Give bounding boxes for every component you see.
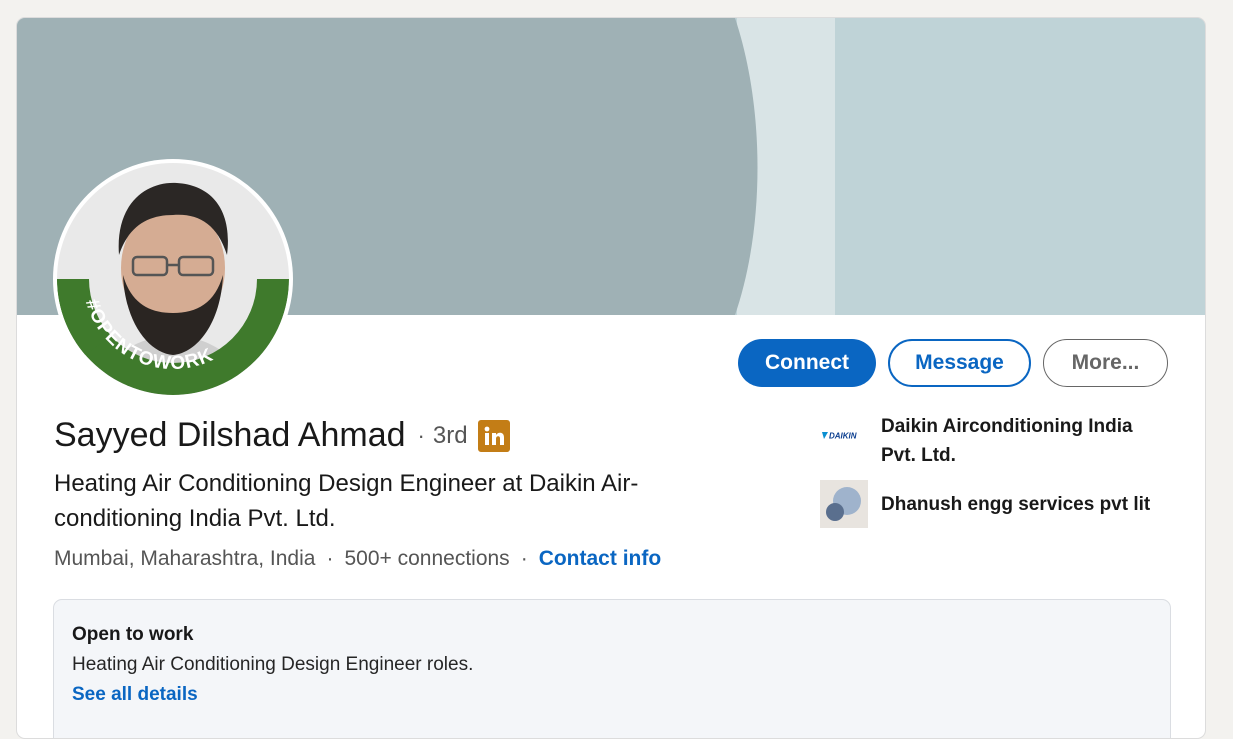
svg-text:DAIKIN: DAIKIN <box>829 432 857 441</box>
location-separator: · <box>326 547 334 570</box>
connect-button[interactable]: Connect <box>738 339 876 387</box>
connection-degree: 3rd <box>432 421 468 449</box>
message-button[interactable]: Message <box>888 339 1031 387</box>
connections-count[interactable]: 500+ connections <box>344 547 509 571</box>
company-name: Daikin Airconditioning India Pvt. Ltd. <box>881 416 1133 466</box>
contact-info-link[interactable]: Contact info <box>539 547 661 571</box>
linkedin-premium-icon <box>477 419 510 452</box>
open-to-work-roles: Heating Air Conditioning Design Engineer… <box>72 654 474 675</box>
daikin-logo: DAIKIN <box>820 412 868 460</box>
profile-name-row: Sayyed Dilshad Ahmad · 3rd <box>54 416 510 455</box>
linkedin-in-glyph <box>484 426 504 445</box>
profile-location: Mumbai, Maharashtra, India <box>54 547 316 570</box>
profile-card: #OPENTOWORK Connect Message More... Sayy… <box>16 17 1206 739</box>
name-separator: · <box>417 422 425 448</box>
profile-location-row: Mumbai, Maharashtra, India · 500+ connec… <box>54 547 661 571</box>
connections-separator: · <box>520 547 528 570</box>
open-to-work-title: Open to work <box>72 624 194 645</box>
company-name: Dhanush engg services pvt lit <box>881 494 1151 515</box>
profile-actions: Connect Message More... <box>738 339 1168 387</box>
see-all-details-link[interactable]: See all details <box>72 684 198 706</box>
circles-logo <box>820 480 868 528</box>
profile-photo[interactable]: #OPENTOWORK <box>53 159 293 399</box>
profile-headline: Heating Air Conditioning Design Engineer… <box>54 470 639 532</box>
profile-name: Sayyed Dilshad Ahmad <box>54 416 406 454</box>
more-actions-button[interactable]: More... <box>1043 339 1168 387</box>
daikin-logo-icon: DAIKIN <box>820 412 868 460</box>
education-dhanush[interactable]: Dhanush engg services pvt lit <box>820 480 1171 528</box>
circles-logo-icon <box>820 480 868 528</box>
open-to-work-card[interactable]: Open to work Heating Air Conditioning De… <box>53 599 1171 738</box>
open-to-work-avatar: #OPENTOWORK <box>57 163 289 395</box>
current-company-daikin[interactable]: DAIKIN Daikin Airconditioning India Pvt.… <box>820 412 1171 470</box>
